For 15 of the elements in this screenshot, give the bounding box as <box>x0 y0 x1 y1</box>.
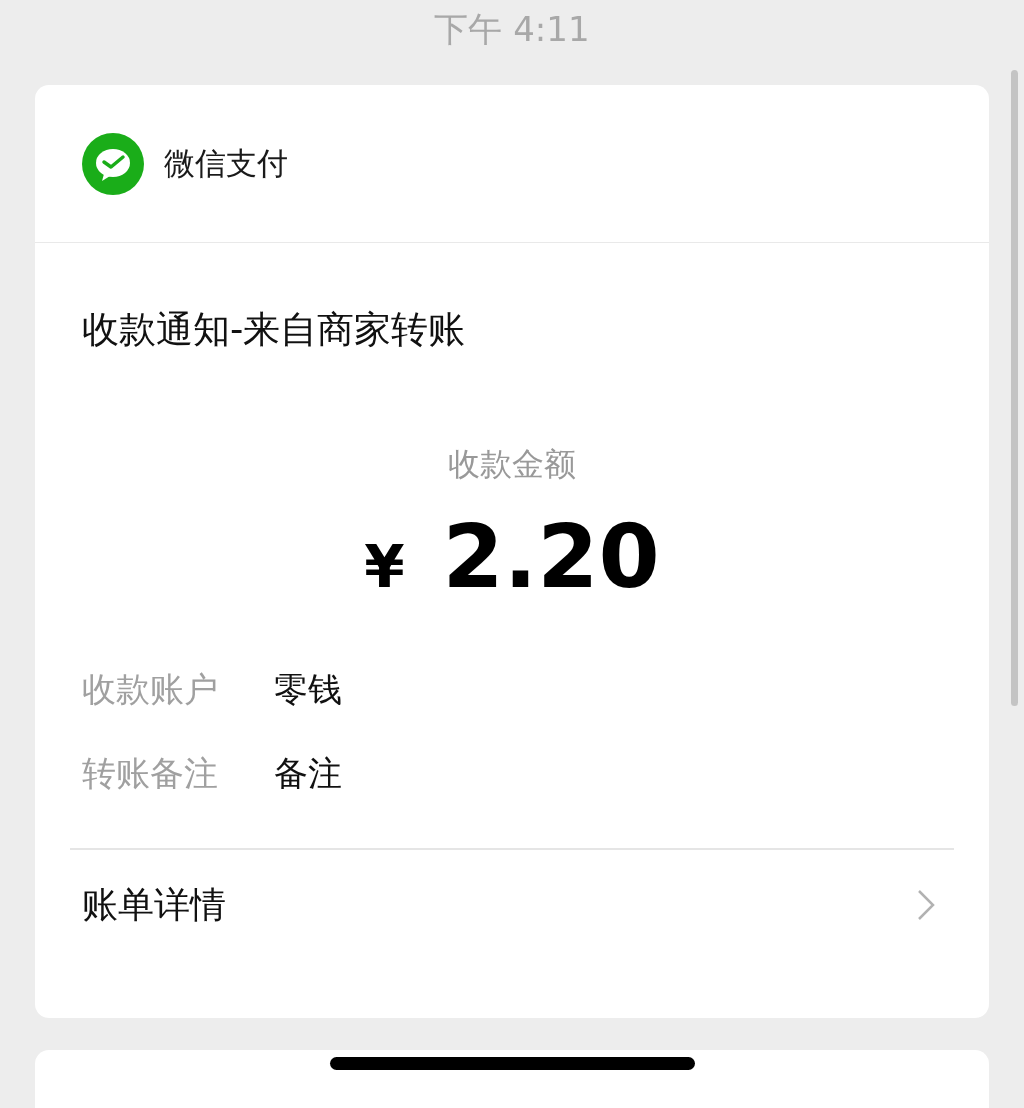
field-label: 转账备注 <box>82 752 218 795</box>
wechat-pay-logo-icon <box>82 132 144 195</box>
home-indicator[interactable] <box>330 1057 695 1070</box>
field-value: 零钱 <box>274 668 342 711</box>
field-value: 备注 <box>274 752 342 795</box>
app-name: 微信支付 <box>164 143 288 183</box>
notice-title: 收款通知-来自商家转账 <box>82 307 466 353</box>
amount-label: 收款金额 <box>448 444 576 485</box>
currency-symbol: ¥ <box>364 533 405 601</box>
field-label: 收款账户 <box>82 668 218 711</box>
status-time: 下午 4:11 <box>434 8 590 51</box>
scrollbar[interactable] <box>1011 70 1018 706</box>
amount-value: 2.20 <box>442 505 660 608</box>
bill-details-link[interactable]: 账单详情 <box>70 848 954 960</box>
chevron-right-icon <box>916 889 936 921</box>
